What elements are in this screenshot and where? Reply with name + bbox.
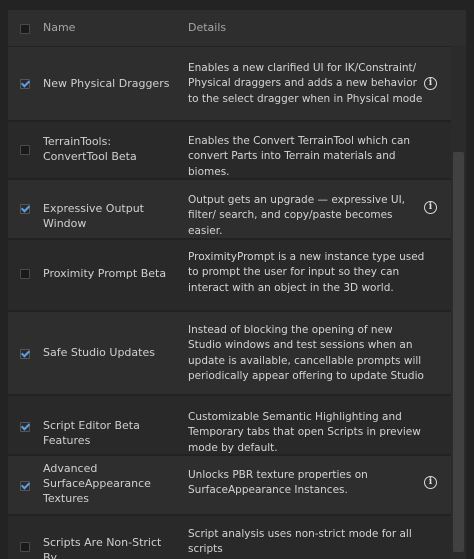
feature-checkbox[interactable] bbox=[20, 79, 30, 89]
panel-border-right bbox=[466, 0, 474, 559]
feature-details: Enables the Convert TerrainTool which ca… bbox=[188, 135, 411, 178]
feature-checkbox[interactable] bbox=[20, 481, 30, 491]
feature-checkbox[interactable] bbox=[20, 349, 30, 359]
feature-name: Script Editor Beta Features bbox=[43, 419, 140, 447]
feature-name: Scripts Are Non-Strict By bbox=[43, 536, 162, 559]
feature-name: Advanced SurfaceAppearance Textures bbox=[43, 462, 151, 505]
feature-name: TerrainTools: ConvertTool Beta bbox=[43, 135, 137, 163]
feature-details: Script analysis uses non-strict mode for… bbox=[188, 528, 412, 556]
feature-details: Customizable Semantic Highlighting and T… bbox=[188, 411, 421, 454]
select-all-checkbox[interactable] bbox=[20, 24, 30, 34]
table-header: Name Details bbox=[8, 10, 466, 47]
feature-name: Safe Studio Updates bbox=[43, 346, 155, 359]
feature-checkbox[interactable] bbox=[20, 269, 30, 279]
table-row: Proximity Prompt Beta ProximityPrompt is… bbox=[8, 240, 451, 310]
column-header-details[interactable]: Details bbox=[188, 21, 226, 34]
feature-details: Enables a new clarified UI for IK/Constr… bbox=[188, 62, 423, 105]
feature-name: New Physical Draggers bbox=[43, 77, 170, 90]
table-row: TerrainTools: ConvertTool Beta Enables t… bbox=[8, 122, 451, 178]
panel-border-top bbox=[0, 0, 474, 10]
info-circle-icon[interactable]: i bbox=[424, 77, 437, 90]
feature-details: Output gets an upgrade — expressive UI, … bbox=[188, 194, 406, 237]
table-row: Scripts Are Non-Strict By Script analysi… bbox=[8, 516, 451, 559]
info-circle-icon[interactable]: i bbox=[424, 476, 437, 489]
feature-details: Instead of blocking the opening of new S… bbox=[188, 324, 424, 383]
feature-checkbox[interactable] bbox=[20, 145, 30, 155]
beta-features-panel: Name Details New Physical Draggers Enabl… bbox=[0, 0, 474, 559]
feature-checkbox[interactable] bbox=[20, 542, 30, 552]
table-row: Safe Studio Updates Instead of blocking … bbox=[8, 312, 451, 394]
table-row: New Physical Draggers Enables a new clar… bbox=[8, 48, 451, 120]
feature-name: Expressive Output Window bbox=[43, 202, 144, 230]
feature-details: Unlocks PBR texture properties on Surfac… bbox=[188, 469, 368, 497]
feature-name: Proximity Prompt Beta bbox=[43, 267, 167, 280]
feature-checkbox[interactable] bbox=[20, 422, 30, 432]
scrollbar-thumb[interactable] bbox=[453, 152, 464, 552]
panel-border-left bbox=[0, 0, 8, 559]
feature-checkbox[interactable] bbox=[20, 204, 30, 214]
table-row: Script Editor Beta Features Customizable… bbox=[8, 396, 451, 454]
feature-details: ProximityPrompt is a new instance type u… bbox=[188, 251, 425, 294]
column-header-name[interactable]: Name bbox=[43, 21, 75, 34]
table-row: Expressive Output Window Output gets an … bbox=[8, 180, 451, 238]
table-row: Advanced SurfaceAppearance Textures Unlo… bbox=[8, 456, 451, 514]
info-circle-icon[interactable]: i bbox=[424, 201, 437, 214]
